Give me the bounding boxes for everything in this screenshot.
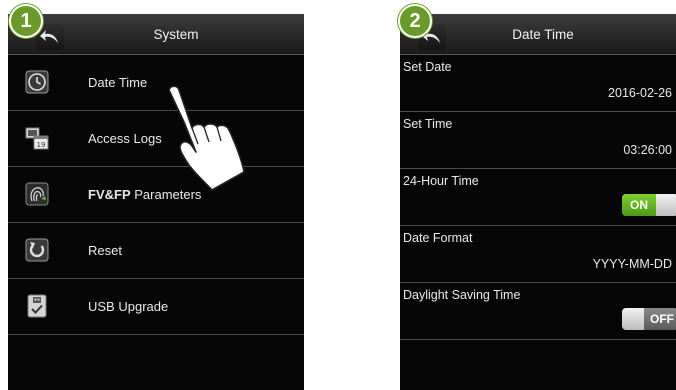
system-header: System xyxy=(8,14,304,55)
set-time-value: 03:26:00 xyxy=(623,143,672,157)
set-date-value: 2016-02-26 xyxy=(608,86,672,100)
menu-item-access-logs[interactable]: 19 Access Logs xyxy=(8,111,304,167)
hour24-toggle[interactable]: ON xyxy=(622,194,676,216)
toggle-off-label: OFF xyxy=(650,312,674,326)
toggle-knob xyxy=(656,194,676,216)
system-title: System xyxy=(153,27,199,42)
dst-label: Daylight Saving Time xyxy=(403,288,521,302)
dst-row: Daylight Saving Time OFF xyxy=(400,283,676,340)
svg-text:19: 19 xyxy=(37,141,46,149)
menu-item-fvfp-parameters[interactable]: FV&FP Parameters xyxy=(8,167,304,223)
date-format-label: Date Format xyxy=(403,231,473,245)
date-time-title: Date Time xyxy=(512,27,574,42)
toggle-on-label: ON xyxy=(622,194,656,216)
set-date-row[interactable]: Set Date 2016-02-26 xyxy=(400,55,676,112)
set-date-label: Set Date xyxy=(403,60,452,74)
menu-label-access-logs: Access Logs xyxy=(88,131,162,146)
step-2-badge: 2 xyxy=(398,4,432,38)
system-menu: Date Time 19 Access Logs FV&FP Parameter… xyxy=(8,55,304,335)
fingerprint-icon xyxy=(25,182,49,206)
usb-upgrade-icon xyxy=(27,294,47,318)
date-time-header: Date Time xyxy=(400,14,676,55)
set-time-row[interactable]: Set Time 03:26:00 xyxy=(400,112,676,169)
access-logs-icon: 19 xyxy=(25,127,49,150)
date-format-row[interactable]: Date Format YYYY-MM-DD xyxy=(400,226,676,283)
hour24-label: 24-Hour Time xyxy=(403,174,479,188)
toggle-knob xyxy=(622,308,644,330)
menu-label-usb-upgrade: USB Upgrade xyxy=(88,299,169,314)
menu-label-reset: Reset xyxy=(88,243,122,258)
menu-label-date-time: Date Time xyxy=(88,75,148,90)
pointing-hand-icon xyxy=(168,85,245,191)
menu-item-date-time[interactable]: Date Time xyxy=(8,55,304,111)
menu-item-usb-upgrade[interactable]: USB Upgrade xyxy=(8,279,304,335)
system-screen: System Date Time 19 Access Logs FV&FP Pa… xyxy=(8,14,304,390)
hour24-row: 24-Hour Time ON xyxy=(400,169,676,226)
date-time-screen: Date Time Set Date 2016-02-26 Set Time 0… xyxy=(400,14,676,390)
menu-item-reset[interactable]: Reset xyxy=(8,223,304,279)
set-time-label: Set Time xyxy=(403,117,453,131)
step-1-badge: 1 xyxy=(9,4,43,38)
dst-toggle[interactable]: OFF xyxy=(622,308,676,330)
date-format-value: YYYY-MM-DD xyxy=(592,257,672,271)
clock-icon xyxy=(25,70,49,94)
reset-icon xyxy=(25,238,49,262)
